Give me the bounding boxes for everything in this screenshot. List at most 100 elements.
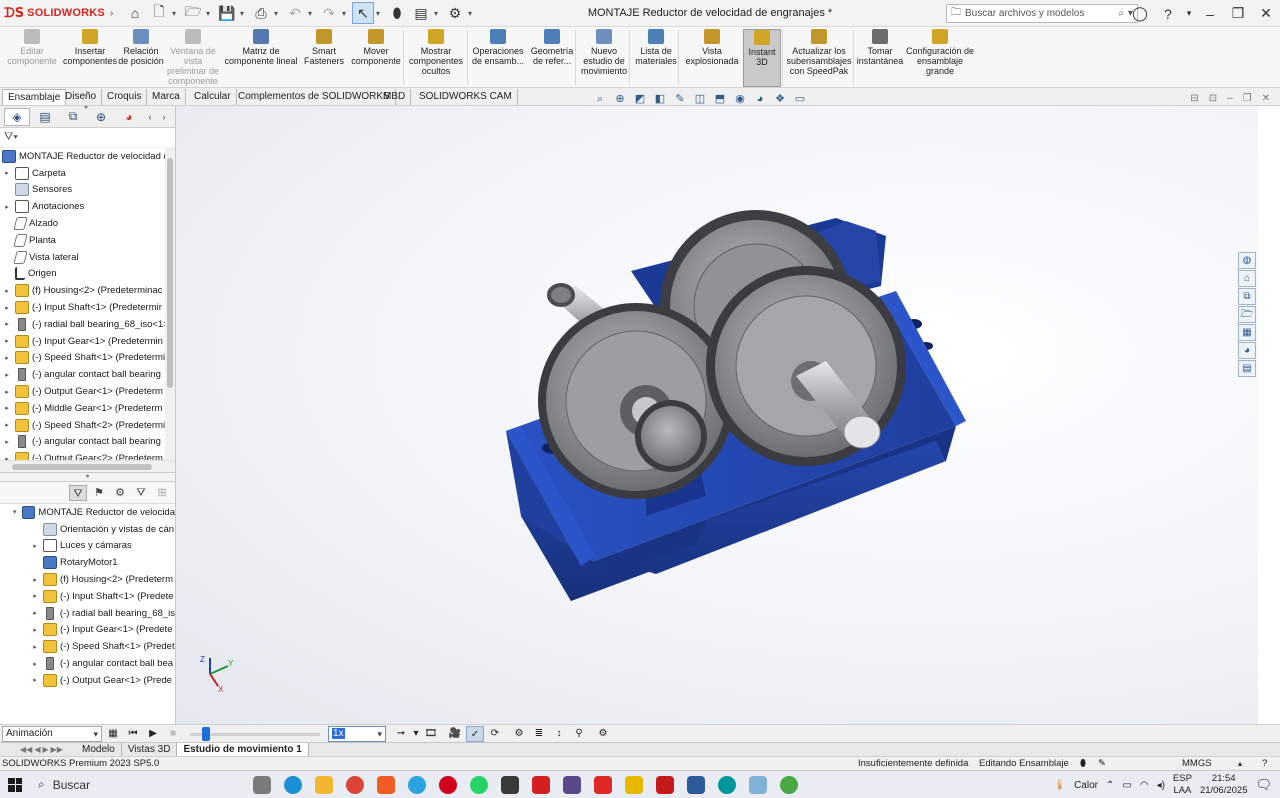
gear-icon[interactable]: ⚙ xyxy=(444,2,466,24)
prev-tab-icon[interactable]: ◀ xyxy=(34,745,40,754)
playback-slider[interactable] xyxy=(190,726,320,742)
tab-0[interactable]: Ensamblaje xyxy=(2,89,67,105)
tree-item[interactable]: ▸ (-) angular contact ball bearing xyxy=(0,434,175,451)
play-icon[interactable]: ▶ xyxy=(144,726,162,742)
language-indicator[interactable]: ESP LAA xyxy=(1173,773,1192,797)
tree-item[interactable]: ▸ (-) Output Gear<1> (Prede xyxy=(0,672,175,688)
traffic-light-icon[interactable]: ⬮ xyxy=(386,2,408,24)
gear-reducer-model[interactable] xyxy=(176,106,1258,724)
notifications-icon[interactable]: 🗨 xyxy=(1255,777,1272,793)
bottom-tab-1[interactable]: Vistas 3D xyxy=(122,742,178,757)
view-orientation-icon[interactable]: ◫ xyxy=(692,92,708,106)
search-box[interactable]: 🗀 Buscar archivos y modelos ⌕ ▾ xyxy=(946,4,1138,23)
chevron-down-icon[interactable]: ▾ xyxy=(412,726,420,742)
chevron-up-icon[interactable]: ⌃ xyxy=(1106,780,1114,791)
dynamic-annotation-icon[interactable]: ✎ xyxy=(672,92,688,106)
zoom-to-area-icon[interactable]: ⊕ xyxy=(612,92,628,106)
autokey-icon[interactable]: ✓ xyxy=(466,725,484,742)
ribbon-button-8[interactable]: Operaciones de ensamb... xyxy=(469,29,527,87)
weather-icon[interactable]: 🌡 xyxy=(1053,780,1066,791)
damper-icon[interactable]: ↕ xyxy=(550,726,568,742)
bottom-tab-2[interactable]: Estudio de movimiento 1 xyxy=(177,742,309,757)
help-icon[interactable]: ? xyxy=(1262,757,1267,770)
spring-icon[interactable]: ≣ xyxy=(530,726,548,742)
redo-icon[interactable]: ↷ xyxy=(318,2,340,24)
ribbon-button-2[interactable]: Relación de posición xyxy=(118,29,164,87)
tree-scrollbar[interactable] xyxy=(165,148,175,460)
weather-label[interactable]: Calor xyxy=(1074,780,1098,791)
minimize-icon[interactable]: – xyxy=(1196,6,1224,22)
last-tab-icon[interactable]: ▶▶ xyxy=(51,745,63,754)
save-animation-icon[interactable]: 🎞 xyxy=(422,726,440,742)
viewport-minimize-icon[interactable]: – xyxy=(1227,93,1233,104)
tab-7[interactable]: SOLIDWORKS CAM xyxy=(414,89,518,105)
edge-icon[interactable] xyxy=(277,771,308,798)
next-tab-icon[interactable]: ▶ xyxy=(42,745,48,754)
filter-icon[interactable]: ⛛▾ xyxy=(4,131,18,144)
ribbon-button-10[interactable]: Nuevo estudio de movimiento xyxy=(578,29,630,87)
chevron-right-icon[interactable]: ▸ xyxy=(2,421,12,429)
tile-vertical-icon[interactable]: ⊡ xyxy=(1209,93,1217,104)
chevron-down-icon[interactable]: ▾ xyxy=(434,9,442,18)
home-icon[interactable]: ⌂ xyxy=(124,2,146,24)
study-properties-icon[interactable]: ⚙ xyxy=(594,726,612,742)
view-settings-icon[interactable]: ▭ xyxy=(792,92,808,106)
ribbon-button-0[interactable]: Editar componente xyxy=(4,29,60,87)
feature-manager-tab-icon[interactable]: ◈ xyxy=(4,107,30,126)
panel-splitter[interactable]: ● xyxy=(0,472,175,482)
ribbon-button-11[interactable]: Lista de materiales xyxy=(632,29,680,87)
viewport-restore-icon[interactable]: ❐ xyxy=(1243,93,1252,104)
restore-icon[interactable]: ❐ xyxy=(1224,5,1252,22)
chevron-left-icon[interactable]: ‹ xyxy=(144,108,156,126)
tile-icon[interactable]: ⊟ xyxy=(1190,93,1198,104)
play-from-start-icon[interactable]: ⏮ xyxy=(124,726,142,742)
task-view-icon[interactable] xyxy=(246,771,277,798)
file-explorer-icon[interactable]: 🗁 xyxy=(1238,306,1256,323)
clock[interactable]: 21:54 21/06/2025 xyxy=(1200,773,1248,797)
custom-properties-icon[interactable]: ▤ xyxy=(1238,360,1256,377)
ribbon-button-9[interactable]: Geometría de refer... xyxy=(526,29,578,87)
design-library-icon[interactable]: ⧉ xyxy=(1238,288,1256,305)
chrome-icon[interactable] xyxy=(339,771,370,798)
section-view-icon[interactable]: ◧ xyxy=(652,92,668,106)
autodesk-icon[interactable] xyxy=(525,771,556,798)
ribbon-button-3[interactable]: Ventana de vista preliminar de component… xyxy=(165,29,221,87)
taskbar-search[interactable]: ⌕ Buscar xyxy=(30,771,246,798)
tree-item[interactable]: ▸ (f) Housing<2> (Predeterm xyxy=(0,571,175,588)
dimxpert-tab-icon[interactable]: ⊕ xyxy=(88,108,114,126)
autokey-icon[interactable]: ⊞ xyxy=(153,485,171,501)
tree-horizontal-scrollbar[interactable] xyxy=(0,460,175,472)
ribbon-button-16[interactable]: Configuración de ensamblaje grande xyxy=(905,29,975,87)
display-style-icon[interactable]: ⬒ xyxy=(712,92,728,106)
first-tab-icon[interactable]: ◀◀ xyxy=(20,745,32,754)
start-button[interactable] xyxy=(0,771,30,798)
tab-5[interactable]: Complementos de SOLIDWORKS xyxy=(233,89,396,105)
chevron-right-icon[interactable]: ▸ xyxy=(2,320,12,328)
file-properties-icon[interactable]: ▤ xyxy=(410,2,432,24)
ribbon-button-15[interactable]: Tomar instantánea xyxy=(855,29,905,87)
tab-2[interactable]: Croquis xyxy=(102,89,148,105)
chevron-right-icon[interactable]: ▸ xyxy=(2,371,12,379)
panel-handle[interactable]: ● xyxy=(84,104,88,111)
chevron-down-icon[interactable]: ▾ xyxy=(342,9,350,18)
tree-item[interactable]: ▸ (-) Speed Shaft<1> (Predetermi xyxy=(0,350,175,367)
tree-item[interactable]: Vista lateral xyxy=(0,249,175,266)
edit-appearance-icon[interactable]: ◕ xyxy=(752,92,768,106)
chevron-down-icon[interactable]: ▾ xyxy=(172,9,180,18)
app-icon[interactable] xyxy=(494,771,525,798)
appearances-icon[interactable]: ◕ xyxy=(1238,342,1256,359)
study-type-select[interactable]: Animación xyxy=(2,725,102,742)
tree-item[interactable]: ▸ Luces y cámaras xyxy=(0,538,175,555)
tree-item[interactable]: ▸ (-) Input Shaft<1> (Predetermir xyxy=(0,299,175,316)
rebuild-icon[interactable]: ⬮ xyxy=(1080,757,1086,770)
ribbon-button-12[interactable]: Vista explosionada xyxy=(681,29,743,87)
tree-filter[interactable]: ⛛▾ xyxy=(0,128,175,148)
ribbon-button-14[interactable]: Actualizar los subensamblajes con SpeedP… xyxy=(784,29,854,87)
undo-icon[interactable]: ↶ xyxy=(284,2,306,24)
zoom-to-fit-icon[interactable]: ⌕ xyxy=(592,92,608,106)
tree-item[interactable]: RotaryMotor1 xyxy=(0,554,175,571)
search-input[interactable]: Buscar archivos y modelos xyxy=(965,8,1114,19)
tree-item[interactable]: Orientación y vistas de cán xyxy=(0,521,175,538)
powerpoint-icon[interactable] xyxy=(618,771,649,798)
solidworks-resources-icon[interactable]: ◍ xyxy=(1238,252,1256,269)
